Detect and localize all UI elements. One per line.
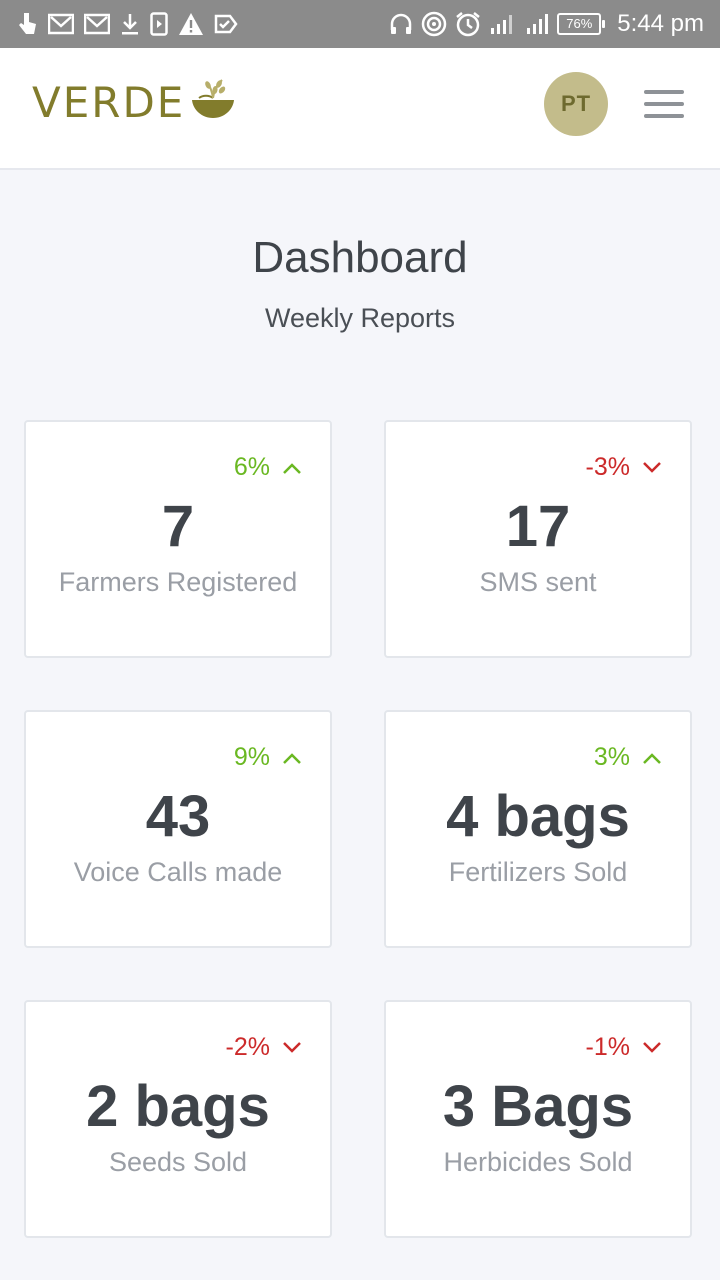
- chevron-up-icon: [282, 742, 302, 772]
- menu-bar: [644, 90, 684, 94]
- status-bar: 76% 5:44 pm: [0, 0, 720, 48]
- stat-value: 2 bags: [86, 1074, 270, 1139]
- hamburger-menu-button[interactable]: [644, 88, 684, 120]
- change-value: 9%: [233, 743, 270, 771]
- stat-label: Voice Calls made: [73, 857, 283, 887]
- stat-value: 43: [145, 784, 211, 849]
- chevron-up-icon: [642, 742, 662, 772]
- change-indicator: -1%: [586, 1032, 662, 1062]
- headphones-icon: [389, 12, 413, 36]
- change-value: -1%: [585, 1033, 630, 1061]
- change-value: -3%: [585, 453, 630, 481]
- check-icon: [214, 12, 238, 36]
- touch-icon: [16, 11, 38, 37]
- change-indicator: 9%: [234, 742, 302, 772]
- page-heading: Dashboard Weekly Reports: [0, 228, 720, 336]
- brand-name: VERDE: [32, 78, 186, 127]
- gmail-icon: [48, 13, 74, 35]
- stat-card-herbicides[interactable]: -1% 3 Bags Herbicides Sold: [384, 1000, 692, 1238]
- media-icon: [150, 12, 168, 36]
- stat-card-voice-calls[interactable]: 9% 43 Voice Calls made: [24, 710, 332, 948]
- change-value: 6%: [233, 453, 270, 481]
- battery-indicator: 76%: [557, 13, 606, 35]
- stat-label: Fertilizers Sold: [448, 857, 628, 887]
- stat-card-fertilizers[interactable]: 3% 4 bags Fertilizers Sold: [384, 710, 692, 948]
- change-indicator: -3%: [586, 452, 662, 482]
- grain-bowl-icon: [189, 76, 237, 127]
- signal-icon: [525, 12, 549, 36]
- download-icon: [120, 12, 140, 36]
- battery-tip: [602, 20, 606, 28]
- change-indicator: -2%: [226, 1032, 302, 1062]
- stat-card-seeds[interactable]: -2% 2 bags Seeds Sold: [24, 1000, 332, 1238]
- menu-bar: [644, 114, 684, 118]
- change-value: 3%: [593, 743, 630, 771]
- brand-logo[interactable]: VERDE: [32, 78, 237, 128]
- warning-icon: [178, 12, 204, 36]
- stat-label: Herbicides Sold: [443, 1147, 633, 1177]
- status-left-icons: [16, 9, 238, 39]
- chevron-down-icon: [282, 1032, 302, 1062]
- chevron-up-icon: [282, 452, 302, 482]
- chevron-down-icon: [642, 1032, 662, 1062]
- stat-label: Farmers Registered: [58, 567, 298, 597]
- battery-level: 76%: [557, 13, 602, 35]
- stat-value: 17: [505, 494, 571, 559]
- signal-icon: [489, 12, 517, 36]
- stat-label: Seeds Sold: [108, 1147, 248, 1177]
- page-title: Dashboard: [252, 233, 468, 282]
- stat-card-sms[interactable]: -3% 17 SMS sent: [384, 420, 692, 658]
- change-value: -2%: [225, 1033, 270, 1061]
- gmail-icon: [84, 13, 110, 35]
- app-header: VERDE PT: [0, 48, 720, 170]
- stat-label: SMS sent: [479, 567, 597, 597]
- change-indicator: 6%: [234, 452, 302, 482]
- menu-bar: [644, 102, 684, 106]
- alarm-icon: [455, 11, 481, 37]
- stat-card-farmers[interactable]: 6% 7 Farmers Registered: [24, 420, 332, 658]
- stat-value: 4 bags: [446, 784, 630, 849]
- stat-value: 3 Bags: [442, 1074, 634, 1139]
- hotspot-icon: [421, 11, 447, 37]
- status-time: 5:44 pm: [617, 10, 704, 37]
- status-right-icons: 76% 5:44 pm: [389, 9, 704, 39]
- user-avatar[interactable]: PT: [544, 72, 608, 136]
- page-subtitle: Weekly Reports: [264, 303, 456, 333]
- stat-value: 7: [161, 494, 195, 559]
- chevron-down-icon: [642, 452, 662, 482]
- change-indicator: 3%: [594, 742, 662, 772]
